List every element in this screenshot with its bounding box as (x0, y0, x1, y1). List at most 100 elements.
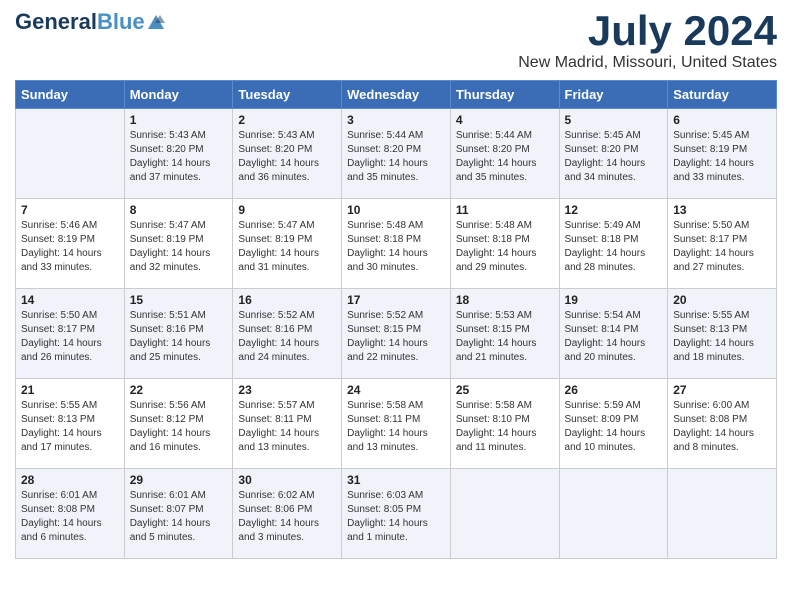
calendar-cell: 23 Sunrise: 5:57 AM Sunset: 8:11 PM Dayli… (233, 379, 342, 469)
calendar-table: SundayMondayTuesdayWednesdayThursdayFrid… (15, 80, 777, 559)
day-info: Sunrise: 5:45 AM Sunset: 8:19 PM Dayligh… (673, 129, 771, 185)
calendar-cell: 1 Sunrise: 5:43 AM Sunset: 8:20 PM Daylig… (124, 109, 233, 199)
calendar-cell: 11 Sunrise: 5:48 AM Sunset: 8:18 PM Dayli… (450, 199, 559, 289)
column-header-monday: Monday (124, 81, 233, 109)
day-number: 18 (456, 293, 554, 307)
calendar-cell: 26 Sunrise: 5:59 AM Sunset: 8:09 PM Dayli… (559, 379, 668, 469)
calendar-cell: 9Sunrise: 5:47 AM Sunset: 8:19 PM Daylig… (233, 199, 342, 289)
calendar-cell: 14Sunrise: 5:50 AM Sunset: 8:17 PM Dayli… (16, 289, 125, 379)
day-number: 19 (565, 293, 663, 307)
day-number: 9 (238, 203, 336, 217)
day-info: Sunrise: 5:43 AM Sunset: 8:20 PM Dayligh… (238, 129, 336, 185)
day-info: Sunrise: 5:57 AM Sunset: 8:11 PM Dayligh… (238, 399, 336, 455)
day-info: Sunrise: 5:47 AM Sunset: 8:19 PM Dayligh… (130, 219, 228, 275)
day-info: Sunrise: 5:55 AM Sunset: 8:13 PM Dayligh… (673, 309, 771, 365)
day-number: 1 (130, 113, 228, 127)
day-number: 11 (456, 203, 554, 217)
day-info: Sunrise: 5:49 AM Sunset: 8:18 PM Dayligh… (565, 219, 663, 275)
location-title: New Madrid, Missouri, United States (518, 54, 777, 72)
logo-icon (147, 13, 165, 31)
day-info: Sunrise: 6:03 AM Sunset: 8:05 PM Dayligh… (347, 489, 445, 545)
logo-text: GeneralBlue (15, 10, 145, 34)
day-info: Sunrise: 5:55 AM Sunset: 8:13 PM Dayligh… (21, 399, 119, 455)
day-info: Sunrise: 5:51 AM Sunset: 8:16 PM Dayligh… (130, 309, 228, 365)
calendar-cell: 21Sunrise: 5:55 AM Sunset: 8:13 PM Dayli… (16, 379, 125, 469)
day-info: Sunrise: 6:00 AM Sunset: 8:08 PM Dayligh… (673, 399, 771, 455)
logo: GeneralBlue (15, 10, 165, 34)
day-info: Sunrise: 5:44 AM Sunset: 8:20 PM Dayligh… (456, 129, 554, 185)
day-info: Sunrise: 5:52 AM Sunset: 8:15 PM Dayligh… (347, 309, 445, 365)
calendar-cell: 8 Sunrise: 5:47 AM Sunset: 8:19 PM Daylig… (124, 199, 233, 289)
day-info: Sunrise: 5:53 AM Sunset: 8:15 PM Dayligh… (456, 309, 554, 365)
day-info: Sunrise: 5:59 AM Sunset: 8:09 PM Dayligh… (565, 399, 663, 455)
day-info: Sunrise: 5:58 AM Sunset: 8:11 PM Dayligh… (347, 399, 445, 455)
calendar-cell: 25 Sunrise: 5:58 AM Sunset: 8:10 PM Dayli… (450, 379, 559, 469)
calendar-cell (450, 469, 559, 559)
calendar-header-row: SundayMondayTuesdayWednesdayThursdayFrid… (16, 81, 777, 109)
day-number: 25 (456, 383, 554, 397)
calendar-cell (668, 469, 777, 559)
day-info: Sunrise: 5:43 AM Sunset: 8:20 PM Dayligh… (130, 129, 228, 185)
calendar-cell: 12 Sunrise: 5:49 AM Sunset: 8:18 PM Dayli… (559, 199, 668, 289)
day-number: 8 (130, 203, 228, 217)
day-number: 27 (673, 383, 771, 397)
calendar-cell: 20Sunrise: 5:55 AM Sunset: 8:13 PM Dayli… (668, 289, 777, 379)
calendar-cell: 6Sunrise: 5:45 AM Sunset: 8:19 PM Daylig… (668, 109, 777, 199)
day-number: 29 (130, 473, 228, 487)
column-header-saturday: Saturday (668, 81, 777, 109)
day-info: Sunrise: 5:48 AM Sunset: 8:18 PM Dayligh… (456, 219, 554, 275)
column-header-friday: Friday (559, 81, 668, 109)
calendar-cell: 18 Sunrise: 5:53 AM Sunset: 8:15 PM Dayli… (450, 289, 559, 379)
day-number: 12 (565, 203, 663, 217)
day-info: Sunrise: 5:52 AM Sunset: 8:16 PM Dayligh… (238, 309, 336, 365)
calendar-cell: 27 Sunrise: 6:00 AM Sunset: 8:08 PM Dayli… (668, 379, 777, 469)
column-header-wednesday: Wednesday (342, 81, 451, 109)
calendar-cell: 30Sunrise: 6:02 AM Sunset: 8:06 PM Dayli… (233, 469, 342, 559)
calendar-week-row: 21Sunrise: 5:55 AM Sunset: 8:13 PM Dayli… (16, 379, 777, 469)
title-area: July 2024 New Madrid, Missouri, United S… (518, 10, 777, 72)
calendar-cell: 10Sunrise: 5:48 AM Sunset: 8:18 PM Dayli… (342, 199, 451, 289)
day-number: 3 (347, 113, 445, 127)
calendar-week-row: 14Sunrise: 5:50 AM Sunset: 8:17 PM Dayli… (16, 289, 777, 379)
calendar-cell: 28 Sunrise: 6:01 AM Sunset: 8:08 PM Dayli… (16, 469, 125, 559)
month-title: July 2024 (518, 10, 777, 52)
calendar-week-row: 7 Sunrise: 5:46 AM Sunset: 8:19 PM Daylig… (16, 199, 777, 289)
day-info: Sunrise: 5:50 AM Sunset: 8:17 PM Dayligh… (21, 309, 119, 365)
day-number: 2 (238, 113, 336, 127)
day-info: Sunrise: 5:54 AM Sunset: 8:14 PM Dayligh… (565, 309, 663, 365)
day-number: 7 (21, 203, 119, 217)
calendar-cell: 7 Sunrise: 5:46 AM Sunset: 8:19 PM Daylig… (16, 199, 125, 289)
calendar-cell: 16 Sunrise: 5:52 AM Sunset: 8:16 PM Dayli… (233, 289, 342, 379)
column-header-sunday: Sunday (16, 81, 125, 109)
calendar-cell: 22Sunrise: 5:56 AM Sunset: 8:12 PM Dayli… (124, 379, 233, 469)
day-number: 28 (21, 473, 119, 487)
day-info: Sunrise: 5:44 AM Sunset: 8:20 PM Dayligh… (347, 129, 445, 185)
day-number: 16 (238, 293, 336, 307)
day-number: 30 (238, 473, 336, 487)
day-number: 15 (130, 293, 228, 307)
day-number: 13 (673, 203, 771, 217)
column-header-tuesday: Tuesday (233, 81, 342, 109)
day-info: Sunrise: 6:01 AM Sunset: 8:08 PM Dayligh… (21, 489, 119, 545)
calendar-cell: 13Sunrise: 5:50 AM Sunset: 8:17 PM Dayli… (668, 199, 777, 289)
calendar-cell: 3 Sunrise: 5:44 AM Sunset: 8:20 PM Daylig… (342, 109, 451, 199)
day-number: 22 (130, 383, 228, 397)
calendar-cell: 15 Sunrise: 5:51 AM Sunset: 8:16 PM Dayli… (124, 289, 233, 379)
day-number: 17 (347, 293, 445, 307)
calendar-cell: 24Sunrise: 5:58 AM Sunset: 8:11 PM Dayli… (342, 379, 451, 469)
calendar-cell (559, 469, 668, 559)
day-number: 23 (238, 383, 336, 397)
day-info: Sunrise: 5:46 AM Sunset: 8:19 PM Dayligh… (21, 219, 119, 275)
day-info: Sunrise: 6:01 AM Sunset: 8:07 PM Dayligh… (130, 489, 228, 545)
day-number: 5 (565, 113, 663, 127)
column-header-thursday: Thursday (450, 81, 559, 109)
calendar-cell: 2 Sunrise: 5:43 AM Sunset: 8:20 PM Daylig… (233, 109, 342, 199)
day-number: 4 (456, 113, 554, 127)
calendar-week-row: 1 Sunrise: 5:43 AM Sunset: 8:20 PM Daylig… (16, 109, 777, 199)
day-number: 26 (565, 383, 663, 397)
page-header: GeneralBlue July 2024 New Madrid, Missou… (15, 10, 777, 72)
day-number: 10 (347, 203, 445, 217)
calendar-cell (16, 109, 125, 199)
calendar-cell: 5Sunrise: 5:45 AM Sunset: 8:20 PM Daylig… (559, 109, 668, 199)
day-info: Sunrise: 5:58 AM Sunset: 8:10 PM Dayligh… (456, 399, 554, 455)
